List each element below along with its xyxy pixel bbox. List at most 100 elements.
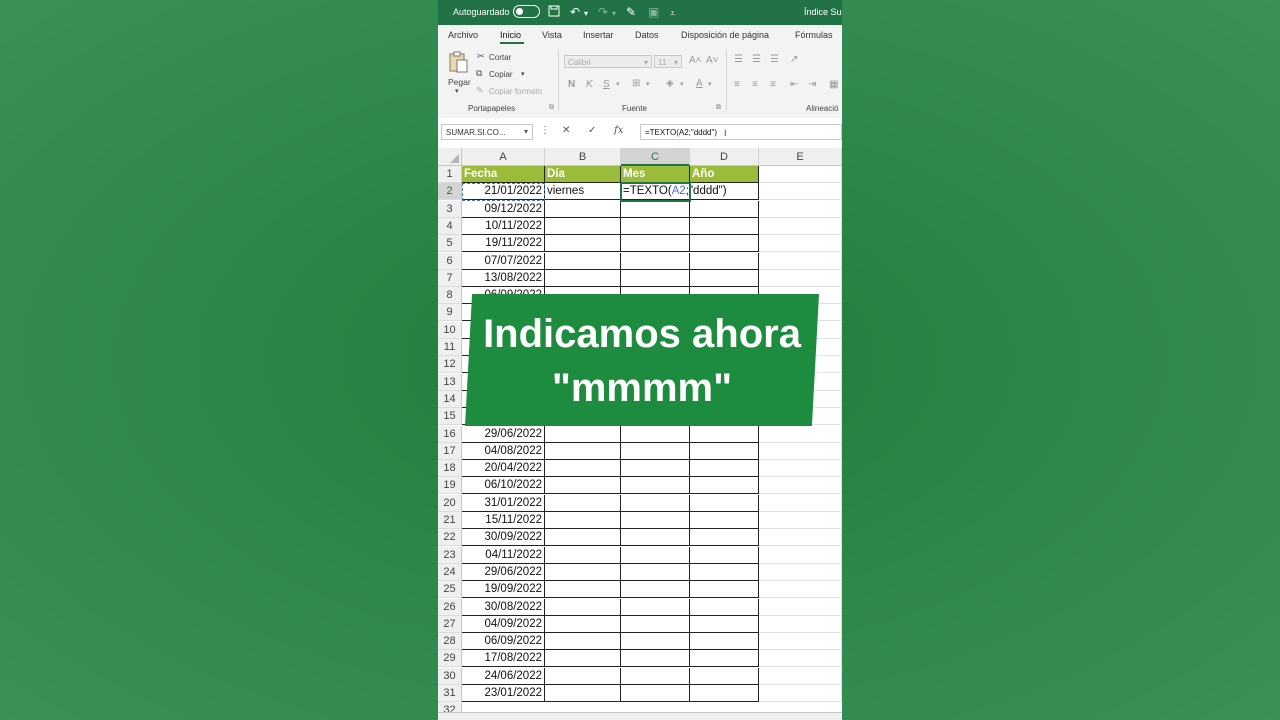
cell-d28[interactable] xyxy=(690,633,759,651)
align-center-icon[interactable]: ≡ xyxy=(752,79,758,90)
cell-a5[interactable]: 19/11/2022 xyxy=(462,235,545,253)
cut-icon[interactable]: ✂ xyxy=(477,51,485,62)
fill-dropdown-icon[interactable]: ▾ xyxy=(680,80,684,88)
paste-dropdown-icon[interactable]: ▾ xyxy=(455,87,459,95)
cell-e17[interactable] xyxy=(759,442,842,460)
redo-dropdown-icon[interactable]: ▾ xyxy=(612,7,616,21)
cell-b21[interactable] xyxy=(545,512,621,529)
cell-c26[interactable] xyxy=(621,598,690,616)
cell-c7[interactable] xyxy=(621,269,690,287)
cell-e19[interactable] xyxy=(759,477,842,495)
cell-b30[interactable] xyxy=(545,667,621,685)
cell-a3[interactable]: 09/12/2022 xyxy=(462,200,545,218)
row-header-14[interactable]: 14 xyxy=(438,390,462,408)
font-launcher-icon[interactable]: ⧉ xyxy=(716,104,721,112)
row-header-2[interactable]: 2 xyxy=(438,183,462,201)
cell-d6[interactable] xyxy=(690,252,759,270)
brush-icon[interactable]: ✎ xyxy=(626,5,636,19)
cell-e29[interactable] xyxy=(759,650,842,668)
cell-a25[interactable]: 19/09/2022 xyxy=(462,581,545,599)
row-header-29[interactable]: 29 xyxy=(438,650,462,668)
cell-b1[interactable]: Día xyxy=(545,166,621,183)
cell-e3[interactable] xyxy=(759,200,842,218)
cell-e20[interactable] xyxy=(759,494,842,512)
column-header-b[interactable]: B xyxy=(545,148,621,166)
cell-d31[interactable] xyxy=(690,685,759,702)
cell-e28[interactable] xyxy=(759,633,842,651)
column-header-d[interactable]: D xyxy=(690,148,759,166)
bold-icon[interactable]: N xyxy=(568,79,575,90)
increase-indent-icon[interactable]: ⇥ xyxy=(808,79,816,90)
copy-format-button[interactable]: Copiar formato xyxy=(489,87,542,96)
column-header-a[interactable]: A xyxy=(462,148,545,166)
tab-insertar[interactable]: Insertar xyxy=(583,30,614,40)
cell-d1[interactable]: Año xyxy=(690,166,759,183)
column-header-c[interactable]: C xyxy=(621,148,690,166)
cell-a16[interactable]: 29/06/2022 xyxy=(462,425,545,443)
cell-d17[interactable] xyxy=(690,442,759,460)
cell-a27[interactable]: 04/09/2022 xyxy=(462,615,545,633)
undo-dropdown-icon[interactable]: ▾ xyxy=(584,7,588,21)
row-header-4[interactable]: 4 xyxy=(438,217,462,235)
cell-e31[interactable] xyxy=(759,685,842,702)
cell-b26[interactable] xyxy=(545,598,621,616)
cell-b24[interactable] xyxy=(545,563,621,581)
row-header-16[interactable]: 16 xyxy=(438,425,462,443)
cell-d3[interactable] xyxy=(690,200,759,218)
underline-dropdown-icon[interactable]: ▾ xyxy=(616,80,620,88)
cell-a29[interactable]: 17/08/2022 xyxy=(462,650,545,668)
cell-b29[interactable] xyxy=(545,650,621,668)
autosave-toggle[interactable] xyxy=(513,5,540,18)
cell-d4[interactable] xyxy=(690,217,759,235)
cell-d26[interactable] xyxy=(690,598,759,616)
shrink-font-icon[interactable]: A˅ xyxy=(706,55,719,66)
cell-a21[interactable]: 15/11/2022 xyxy=(462,512,545,529)
spreadsheet-grid[interactable]: A B C D E 1 Fecha Día Mes Año 2 21/01/2022 viernes =T… xyxy=(438,148,842,720)
cell-e7[interactable] xyxy=(759,269,842,287)
cell-e30[interactable] xyxy=(759,667,842,685)
cell-a18[interactable]: 20/04/2022 xyxy=(462,460,545,478)
fill-color-icon[interactable]: ◈ xyxy=(666,78,674,89)
customize-icon[interactable]: ⩡ xyxy=(670,6,675,20)
row-header-7[interactable]: 7 xyxy=(438,269,462,287)
cell-c5[interactable] xyxy=(621,235,690,253)
cell-d20[interactable] xyxy=(690,494,759,512)
row-header-21[interactable]: 21 xyxy=(438,512,462,529)
row-header-1[interactable]: 1 xyxy=(438,166,462,183)
cell-d2[interactable] xyxy=(690,183,759,201)
copy-dropdown-icon[interactable]: ▾ xyxy=(521,70,525,78)
cell-c23[interactable] xyxy=(621,546,690,564)
row-header-20[interactable]: 20 xyxy=(438,494,462,512)
cell-b3[interactable] xyxy=(545,200,621,218)
cell-b27[interactable] xyxy=(545,615,621,633)
cell-c29[interactable] xyxy=(621,650,690,668)
cell-b25[interactable] xyxy=(545,581,621,599)
row-header-6[interactable]: 6 xyxy=(438,252,462,270)
font-color-dropdown-icon[interactable]: ▾ xyxy=(708,80,712,88)
cancel-icon[interactable]: ✕ xyxy=(562,125,570,136)
cell-b17[interactable] xyxy=(545,442,621,460)
copy-button[interactable]: Copiar xyxy=(489,70,513,79)
row-header-18[interactable]: 18 xyxy=(438,460,462,478)
row-header-8[interactable]: 8 xyxy=(438,287,462,305)
row-header-25[interactable]: 25 xyxy=(438,581,462,599)
cell-a23[interactable]: 04/11/2022 xyxy=(462,546,545,564)
more-options-icon[interactable]: ⋮ xyxy=(540,125,550,136)
cell-e21[interactable] xyxy=(759,512,842,529)
cell-d24[interactable] xyxy=(690,563,759,581)
cell-c21[interactable] xyxy=(621,512,690,529)
borders-dropdown-icon[interactable]: ▾ xyxy=(646,80,650,88)
cell-a22[interactable]: 30/09/2022 xyxy=(462,529,545,547)
row-header-31[interactable]: 31 xyxy=(438,685,462,702)
cell-b19[interactable] xyxy=(545,477,621,495)
align-bottom-icon[interactable]: ☰ xyxy=(770,54,779,65)
cell-d21[interactable] xyxy=(690,512,759,529)
row-header-15[interactable]: 15 xyxy=(438,408,462,426)
cell-d18[interactable] xyxy=(690,460,759,478)
cell-a19[interactable]: 06/10/2022 xyxy=(462,477,545,495)
orientation-icon[interactable]: ↗ xyxy=(790,54,798,65)
cell-a24[interactable]: 29/06/2022 xyxy=(462,563,545,581)
cell-d7[interactable] xyxy=(690,269,759,287)
cell-e23[interactable] xyxy=(759,546,842,564)
cell-d16[interactable] xyxy=(690,425,759,443)
